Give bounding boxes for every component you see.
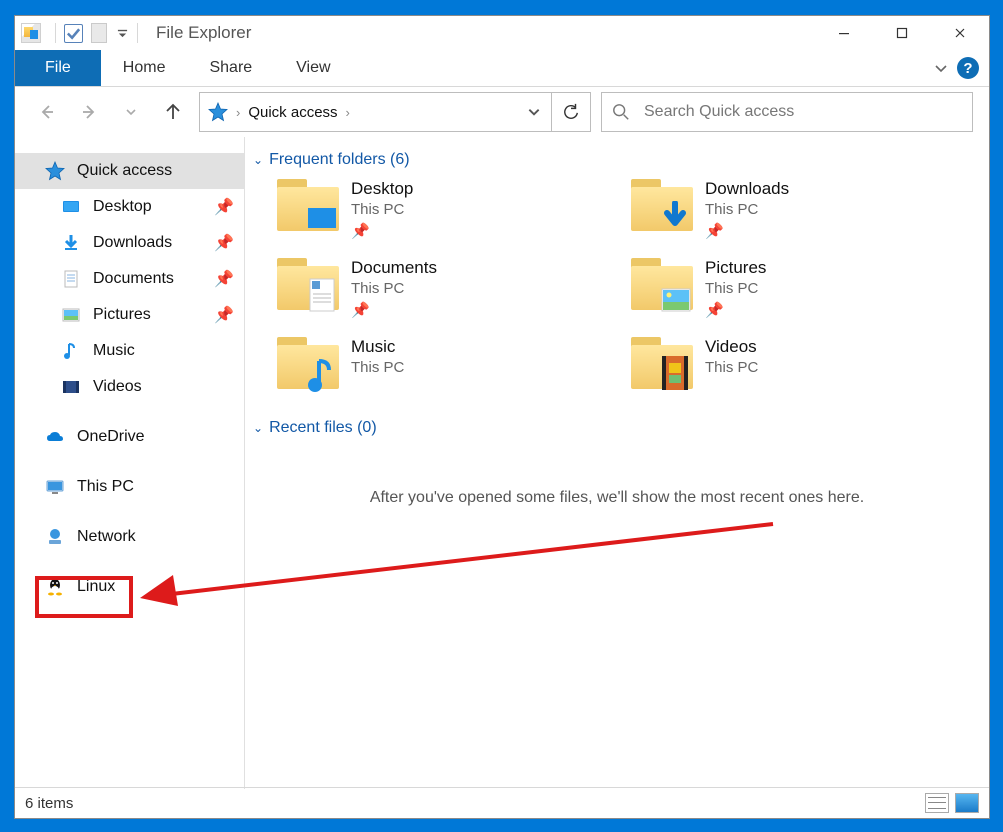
- status-bar: 6 items: [15, 787, 989, 818]
- sidebar-quick-access[interactable]: Quick access: [15, 153, 244, 189]
- back-button[interactable]: [31, 96, 63, 128]
- sidebar-label: Linux: [77, 578, 115, 596]
- sidebar-label: Documents: [93, 270, 174, 288]
- nav-row: › Quick access ›: [15, 87, 989, 137]
- view-details-button[interactable]: [925, 793, 949, 813]
- help-button[interactable]: ?: [957, 57, 979, 79]
- sidebar-linux[interactable]: Linux: [15, 569, 244, 605]
- navigation-pane: Quick access Desktop 📌 Downloads 📌 Docum…: [15, 137, 244, 789]
- videos-icon: [61, 377, 81, 397]
- window-title: File Explorer: [156, 23, 251, 43]
- chevron-down-icon: ⌄: [253, 421, 263, 435]
- sidebar-onedrive[interactable]: OneDrive: [15, 419, 244, 455]
- maximize-button[interactable]: [873, 16, 931, 50]
- folder-item-pictures[interactable]: Pictures This PC 📌: [631, 258, 985, 319]
- sidebar-item-videos[interactable]: Videos: [15, 369, 244, 405]
- refresh-button[interactable]: [552, 92, 591, 132]
- breadcrumb-separator: ›: [236, 105, 240, 120]
- pin-icon: 📌: [705, 301, 766, 319]
- folder-item-music[interactable]: Music This PC: [277, 337, 631, 389]
- address-label: Quick access: [248, 104, 337, 121]
- folder-icon: [277, 258, 339, 310]
- sidebar-item-pictures[interactable]: Pictures 📌: [15, 297, 244, 333]
- sidebar-this-pc[interactable]: This PC: [15, 469, 244, 505]
- sidebar-label: Network: [77, 528, 136, 546]
- sidebar-label: This PC: [77, 478, 134, 496]
- quick-access-star-icon: [208, 102, 228, 122]
- minimize-button[interactable]: [815, 16, 873, 50]
- folder-item-documents[interactable]: Documents This PC 📌: [277, 258, 631, 319]
- chevron-down-icon: ⌄: [253, 153, 263, 167]
- sidebar-label: Quick access: [77, 162, 172, 180]
- sidebar-item-downloads[interactable]: Downloads 📌: [15, 225, 244, 261]
- frequent-folders-grid: Desktop This PC 📌 Downloads This PC 📌: [249, 179, 985, 389]
- folder-icon: [277, 337, 339, 389]
- sidebar-item-music[interactable]: Music: [15, 333, 244, 369]
- file-explorer-icon: [21, 23, 41, 43]
- pin-icon: 📌: [351, 222, 413, 240]
- pin-icon: 📌: [214, 305, 234, 325]
- content-pane: ⌄ Frequent folders (6) Desktop This PC 📌: [244, 137, 989, 789]
- folder-icon: [631, 337, 693, 389]
- folder-icon: [631, 258, 693, 310]
- pin-icon: 📌: [214, 269, 234, 289]
- forward-button[interactable]: [73, 96, 105, 128]
- search-input[interactable]: [642, 102, 962, 122]
- ribbon-expand-icon[interactable]: [933, 60, 949, 76]
- tab-share[interactable]: Share: [187, 50, 274, 86]
- qat-customize-icon[interactable]: [115, 28, 129, 39]
- pictures-icon: [61, 305, 81, 325]
- pin-icon: 📌: [351, 301, 437, 319]
- file-explorer-window: File Explorer File Home Share View ? › Q…: [14, 15, 990, 819]
- recent-files-empty-message: After you've opened some files, we'll sh…: [249, 447, 985, 549]
- address-dropdown-icon[interactable]: [527, 93, 541, 131]
- sidebar-network[interactable]: Network: [15, 519, 244, 555]
- recent-files-header[interactable]: ⌄ Recent files (0): [249, 415, 985, 447]
- documents-icon: [61, 269, 81, 289]
- up-button[interactable]: [157, 96, 189, 128]
- folder-item-desktop[interactable]: Desktop This PC 📌: [277, 179, 631, 240]
- qat-newfolder-icon[interactable]: [91, 23, 107, 43]
- breadcrumb-separator[interactable]: ›: [346, 105, 350, 120]
- folder-item-downloads[interactable]: Downloads This PC 📌: [631, 179, 985, 240]
- downloads-icon: [61, 233, 81, 253]
- frequent-folders-header[interactable]: ⌄ Frequent folders (6): [249, 147, 985, 179]
- tab-file[interactable]: File: [15, 50, 101, 86]
- this-pc-icon: [45, 477, 65, 497]
- search-box[interactable]: [601, 92, 973, 132]
- sidebar-label: Music: [93, 342, 135, 360]
- onedrive-icon: [45, 427, 65, 447]
- search-icon: [612, 103, 630, 121]
- address-bar[interactable]: › Quick access ›: [199, 92, 552, 132]
- linux-tux-icon: [45, 577, 65, 597]
- ribbon-tabs: File Home Share View ?: [15, 50, 989, 87]
- pin-icon: 📌: [214, 233, 234, 253]
- sidebar-item-documents[interactable]: Documents 📌: [15, 261, 244, 297]
- sidebar-label: Desktop: [93, 198, 152, 216]
- desktop-icon: [61, 197, 81, 217]
- sidebar-label: Videos: [93, 378, 142, 396]
- sidebar-item-desktop[interactable]: Desktop 📌: [15, 189, 244, 225]
- sidebar-label: Pictures: [93, 306, 151, 324]
- pin-icon: 📌: [705, 222, 789, 240]
- music-icon: [61, 341, 81, 361]
- sidebar-label: Downloads: [93, 234, 172, 252]
- folder-item-videos[interactable]: Videos This PC: [631, 337, 985, 389]
- pin-icon: 📌: [214, 197, 234, 217]
- folder-icon: [277, 179, 339, 231]
- qat-properties-icon[interactable]: [64, 24, 83, 43]
- tab-home[interactable]: Home: [101, 50, 188, 86]
- network-icon: [45, 527, 65, 547]
- folder-icon: [631, 179, 693, 231]
- sidebar-label: OneDrive: [77, 428, 145, 446]
- history-dropdown-icon[interactable]: [115, 96, 147, 128]
- title-bar: File Explorer: [15, 16, 989, 50]
- close-button[interactable]: [931, 16, 989, 50]
- status-item-count: 6 items: [25, 795, 73, 812]
- tab-view[interactable]: View: [274, 50, 352, 86]
- quick-access-star-icon: [45, 161, 65, 181]
- view-large-icons-button[interactable]: [955, 793, 979, 813]
